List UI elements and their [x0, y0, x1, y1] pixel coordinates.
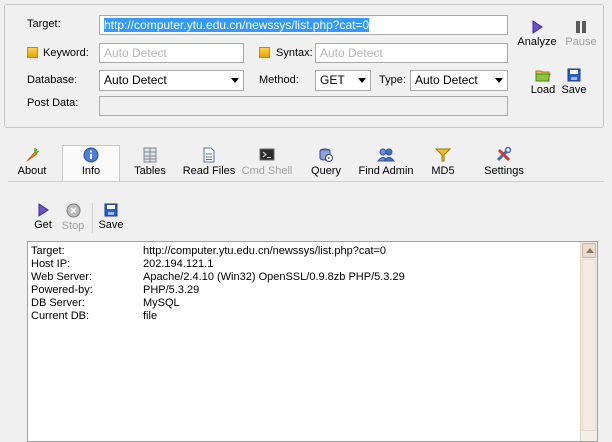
save-info-button[interactable]: Save: [97, 203, 125, 231]
info-value: 202.194.121.1: [143, 258, 214, 270]
play-icon: [38, 203, 49, 217]
terminal-icon: [259, 148, 275, 161]
type-value: Auto Detect: [415, 73, 478, 87]
database-value: Auto Detect: [104, 73, 167, 87]
info-row: Web Server: Apache/2.4.10 (Win32) OpenSSL…: [31, 271, 405, 284]
database-label: Database:: [27, 74, 78, 86]
info-output[interactable]: Target: http://computer.ytu.edu.cn/newssy…: [27, 241, 598, 442]
query-icon: [319, 148, 333, 162]
postdata-label: Post Data:: [27, 97, 79, 109]
tab-settings[interactable]: Settings: [482, 147, 526, 177]
stop-label: Stop: [61, 220, 85, 232]
save-file-label: Save: [561, 84, 587, 96]
carrot-icon: [26, 148, 40, 162]
tab-divider: [8, 181, 604, 182]
info-key: Target:: [31, 245, 65, 257]
tab-find-admin-label: Find Admin: [358, 165, 414, 177]
tab-settings-label: Settings: [484, 165, 524, 177]
method-value: GET: [320, 73, 345, 87]
keyword-input[interactable]: Auto Detect: [99, 43, 244, 63]
info-icon: [83, 147, 99, 163]
keyword-checkbox[interactable]: [27, 47, 38, 58]
type-label: Type:: [379, 74, 406, 86]
tab-read-files-label: Read Files: [182, 165, 236, 177]
info-key: Host IP:: [31, 258, 71, 270]
chevron-down-icon: [495, 78, 503, 83]
chevron-down-icon: [358, 78, 366, 83]
tab-tables[interactable]: Tables: [130, 147, 170, 177]
tab-cmd-shell-label: Cmd Shell: [241, 165, 293, 177]
target-label: Target:: [27, 18, 61, 30]
tab-cmd-shell[interactable]: Cmd Shell: [240, 147, 294, 177]
method-label: Method:: [259, 74, 299, 86]
info-value: Apache/2.4.10 (Win32) OpenSSL/0.9.8zb PH…: [143, 271, 405, 283]
target-input[interactable]: http://computer.ytu.edu.cn/newssys/list.…: [99, 15, 508, 35]
database-select[interactable]: Auto Detect: [99, 70, 244, 91]
tab-tables-label: Tables: [134, 165, 166, 177]
info-row: Target: http://computer.ytu.edu.cn/newssy…: [31, 245, 386, 258]
tab-info-label: Info: [81, 165, 101, 177]
info-row: Current DB: file: [31, 310, 157, 323]
funnel-icon: [435, 148, 451, 162]
type-select[interactable]: Auto Detect: [410, 70, 508, 91]
target-value: http://computer.ytu.edu.cn/newssys/list.…: [104, 18, 370, 32]
info-key: Current DB:: [31, 310, 90, 322]
info-value: file: [143, 310, 158, 322]
tab-about-label: About: [17, 165, 47, 177]
load-button[interactable]: Load: [525, 68, 561, 96]
get-button[interactable]: Get: [30, 203, 56, 231]
info-value: http://computer.ytu.edu.cn/newssys/list.…: [143, 245, 387, 257]
pause-button[interactable]: Pause: [563, 20, 599, 48]
save-info-label: Save: [98, 219, 124, 231]
info-value: PHP/5.3.29: [143, 284, 200, 296]
info-row: Host IP: 202.194.121.1: [31, 258, 213, 271]
pause-label: Pause: [565, 36, 597, 48]
tab-md5[interactable]: MD5: [428, 147, 458, 177]
info-row: DB Server: MySQL: [31, 297, 180, 310]
info-key: Web Server:: [31, 271, 92, 283]
tab-query-label: Query: [311, 165, 341, 177]
analyze-label: Analyze: [517, 36, 557, 48]
stop-button[interactable]: Stop: [58, 203, 88, 232]
get-label: Get: [34, 219, 52, 231]
tab-info[interactable]: Info: [70, 147, 112, 177]
save-file-button[interactable]: Save: [558, 68, 590, 96]
table-icon: [143, 147, 157, 163]
syntax-input[interactable]: Auto Detect: [315, 43, 508, 63]
keyword-label: Keyword:: [43, 47, 89, 59]
users-icon: [377, 148, 395, 162]
tab-find-admin[interactable]: Find Admin: [356, 147, 416, 177]
floppy-disk-icon: [567, 68, 581, 82]
floppy-disk-icon: [104, 203, 118, 217]
syntax-checkbox[interactable]: [259, 47, 270, 58]
pause-icon: [576, 21, 586, 33]
load-label: Load: [530, 84, 556, 96]
document-icon: [203, 147, 215, 163]
chevron-down-icon: [231, 78, 239, 83]
info-key: DB Server:: [31, 297, 85, 309]
method-select[interactable]: GET: [315, 70, 371, 91]
info-key: Powered-by:: [31, 284, 93, 296]
tools-icon: [496, 147, 512, 162]
info-row: Powered-by: PHP/5.3.29: [31, 284, 199, 297]
folder-icon: [535, 70, 551, 82]
scroll-up-arrow-icon[interactable]: [582, 243, 596, 258]
scrollbar-thumb[interactable]: [582, 259, 596, 431]
tab-md5-label: MD5: [431, 165, 455, 177]
info-value: MySQL: [143, 297, 180, 309]
toolbar-separator: [92, 203, 93, 233]
tab-query[interactable]: Query: [306, 147, 346, 177]
syntax-label: Syntax:: [276, 47, 313, 59]
play-icon: [532, 20, 543, 34]
vertical-scrollbar[interactable]: [580, 242, 597, 441]
stop-icon: [66, 203, 80, 218]
postdata-input[interactable]: [99, 96, 508, 116]
analyze-button[interactable]: Analyze: [516, 20, 558, 48]
tab-read-files[interactable]: Read Files: [180, 147, 238, 177]
tab-about[interactable]: About: [12, 147, 52, 177]
